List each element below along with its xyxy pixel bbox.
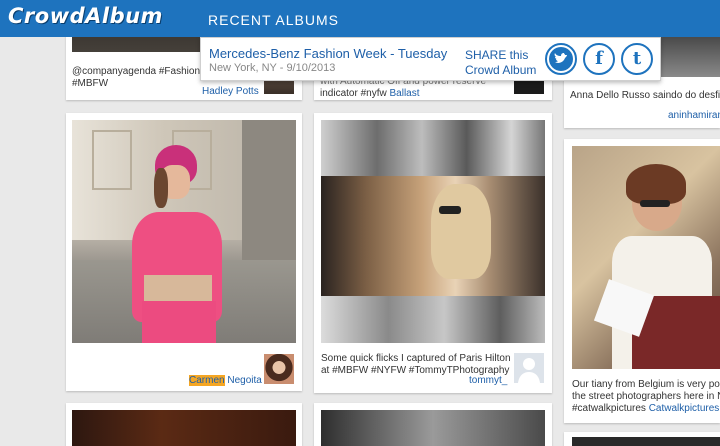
- card-photo[interactable]: [661, 37, 720, 77]
- card-photo[interactable]: [572, 437, 720, 446]
- album-location-date: New York, NY - 9/10/2013: [209, 62, 336, 74]
- photo-card[interactable]: [564, 432, 720, 446]
- card-caption: Anna Dello Russo saindo do desfile: [570, 90, 720, 101]
- share-label: SHARE this Crowd Album: [465, 48, 545, 78]
- photo-card[interactable]: [314, 403, 552, 446]
- card-author-link[interactable]: aninhamiran: [668, 110, 720, 122]
- card-author-link[interactable]: Hadley Potts: [202, 86, 259, 98]
- album-title[interactable]: Mercedes-Benz Fashion Week - Tuesday: [209, 46, 447, 61]
- caption-line-2: indicator #nyfw Ballast: [320, 88, 510, 100]
- card-caption: Our tiany from Belgium is very pop the s…: [572, 379, 720, 415]
- top-bar: CrowdAlbum RECENT ALBUMS: [0, 0, 720, 37]
- caption-line: #catwalkpictures Catwalkpictures.c: [572, 403, 720, 415]
- author-first-name-highlight[interactable]: Carmen: [189, 375, 225, 386]
- facebook-icon[interactable]: f: [583, 43, 615, 75]
- album-info-panel: Mercedes-Benz Fashion Week - Tuesday New…: [200, 37, 661, 81]
- photo-card[interactable]: [66, 403, 302, 446]
- card-author-link[interactable]: tommyt_: [469, 375, 507, 387]
- caption-line: Our tiany from Belgium is very pop: [572, 379, 720, 390]
- page: CrowdAlbum RECENT ALBUMS Mercedes-Benz F…: [0, 0, 720, 446]
- card-photo[interactable]: [321, 410, 545, 446]
- photo-card[interactable]: Our tiany from Belgium is very pop the s…: [564, 139, 720, 423]
- caption-line: the street photographers here in Ne: [572, 391, 720, 402]
- photo-card[interactable]: Carmen Negoita: [66, 113, 302, 391]
- card-photo[interactable]: [72, 120, 296, 343]
- caption-text: indicator #nyfw: [320, 88, 387, 99]
- card-author[interactable]: Carmen Negoita: [189, 375, 262, 387]
- recent-albums-nav[interactable]: RECENT ALBUMS: [208, 12, 339, 28]
- author-last-name[interactable]: Negoita: [225, 375, 261, 386]
- share-label-line1: SHARE this: [465, 48, 529, 62]
- default-avatar-icon[interactable]: [514, 353, 544, 383]
- twitter-icon[interactable]: [545, 43, 577, 75]
- caption-hashtag: #catwalkpictures: [572, 403, 646, 414]
- photo-card[interactable]: Some quick flicks I captured of Paris Hi…: [314, 113, 552, 393]
- card-caption: Some quick flicks I captured of Paris Hi…: [321, 353, 511, 376]
- card-photo[interactable]: [72, 410, 296, 446]
- card-photo[interactable]: [321, 120, 545, 343]
- card-author-link[interactable]: Ballast: [389, 88, 419, 99]
- card-photo[interactable]: [572, 146, 720, 369]
- crowdalbum-logo[interactable]: CrowdAlbum: [8, 4, 163, 28]
- author-avatar[interactable]: [264, 354, 294, 384]
- tumblr-icon[interactable]: t: [621, 43, 653, 75]
- card-author-link[interactable]: Catwalkpictures.c: [649, 403, 720, 414]
- share-label-line2: Crowd Album: [465, 63, 537, 77]
